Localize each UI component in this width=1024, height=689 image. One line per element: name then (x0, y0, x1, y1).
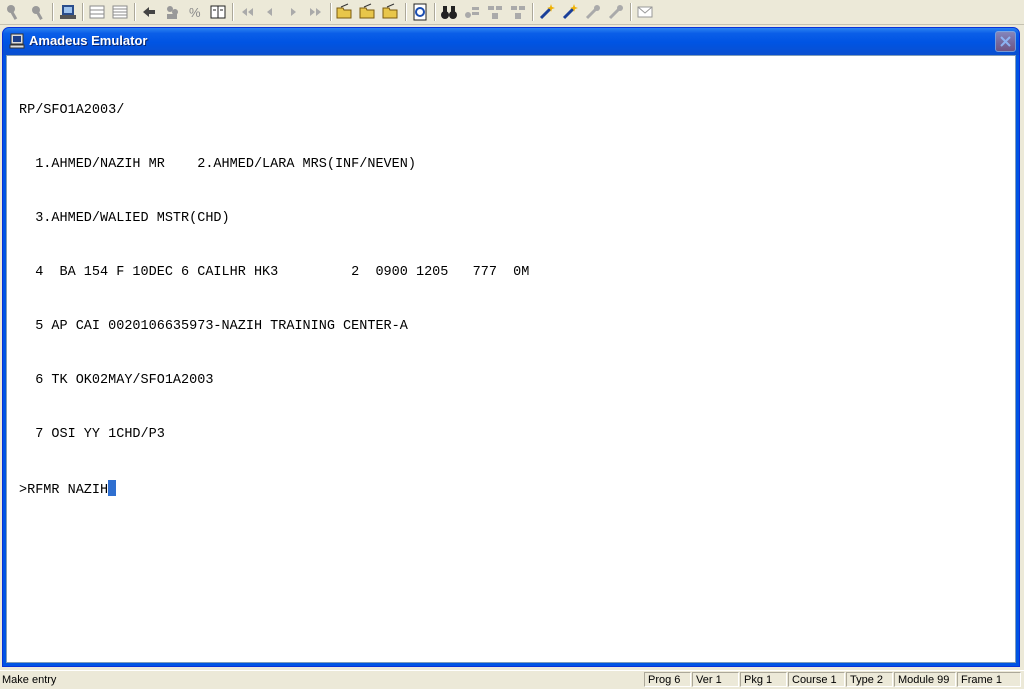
emulator-window: Amadeus Emulator RP/SFO1A2003/ 1.AHMED/N… (2, 27, 1020, 667)
folder-open-icon-1[interactable] (335, 2, 355, 22)
terminal-line: 3.AHMED/WALIED MSTR(CHD) (19, 211, 230, 226)
status-bar: Make entry Prog 6 Ver 1 Pkg 1 Course 1 T… (0, 670, 1024, 689)
window-title: Amadeus Emulator (29, 33, 148, 48)
status-message: Make entry (2, 674, 57, 686)
hand-icon[interactable] (139, 2, 159, 22)
binoculars-icon[interactable] (439, 2, 459, 22)
terminal-screen[interactable]: RP/SFO1A2003/ 1.AHMED/NAZIH MR 2.AHMED/L… (6, 55, 1016, 663)
toolbar: % (0, 0, 1024, 25)
find-icon-3[interactable] (508, 2, 528, 22)
percent-icon[interactable]: % (185, 2, 205, 22)
grid-icon-1[interactable] (87, 2, 107, 22)
svg-text:%: % (189, 5, 201, 20)
status-type: Type 2 (846, 672, 893, 687)
terminal-line: 6 TK OK02MAY/SFO1A2003 (19, 373, 214, 388)
status-course: Course 1 (788, 672, 845, 687)
status-ver: Ver 1 (692, 672, 739, 687)
first-icon[interactable] (237, 2, 257, 22)
command-input[interactable]: >RFMR NAZIH (19, 483, 108, 498)
last-icon[interactable] (306, 2, 326, 22)
status-frame: Frame 1 (957, 672, 1021, 687)
terminal-line: 5 AP CAI 0020106635973-NAZIH TRAINING CE… (19, 319, 408, 334)
terminal-line: RP/SFO1A2003/ (19, 103, 125, 118)
wand-icon-1[interactable] (537, 2, 557, 22)
terminal-line: 4 BA 154 F 10DEC 6 CAILHR HK3 2 0900 120… (19, 265, 530, 280)
terminal-icon (9, 33, 25, 49)
wand-icon-2[interactable] (560, 2, 580, 22)
command-line[interactable]: >RFMR NAZIH (19, 480, 529, 498)
mail-icon[interactable] (635, 2, 655, 22)
terminal-line: 1.AHMED/NAZIH MR 2.AHMED/LARA MRS(INF/NE… (19, 157, 416, 172)
refresh-icon[interactable] (410, 2, 430, 22)
grid-icon-2[interactable] (110, 2, 130, 22)
status-prog: Prog 6 (644, 672, 691, 687)
tool-icon-2[interactable] (28, 2, 48, 22)
terminal-output: RP/SFO1A2003/ 1.AHMED/NAZIH MR 2.AHMED/L… (19, 66, 529, 534)
title-bar[interactable]: Amadeus Emulator (3, 28, 1019, 55)
tool-icon-1[interactable] (4, 2, 24, 22)
prev-icon[interactable] (260, 2, 280, 22)
find-icon-1[interactable] (462, 2, 482, 22)
text-cursor (108, 480, 117, 496)
folder-open-icon-3[interactable] (381, 2, 401, 22)
printer-icon[interactable] (58, 2, 78, 22)
tool-icon-3[interactable] (583, 2, 603, 22)
close-button[interactable] (995, 31, 1016, 52)
status-pkg: Pkg 1 (740, 672, 787, 687)
tool-icon-4[interactable] (606, 2, 626, 22)
book-icon[interactable] (208, 2, 228, 22)
close-icon (1000, 32, 1011, 51)
group-icon[interactable] (162, 2, 182, 22)
status-module: Module 99 (894, 672, 956, 687)
terminal-line: 7 OSI YY 1CHD/P3 (19, 427, 165, 442)
folder-open-icon-2[interactable] (358, 2, 378, 22)
next-icon[interactable] (283, 2, 303, 22)
find-icon-2[interactable] (485, 2, 505, 22)
